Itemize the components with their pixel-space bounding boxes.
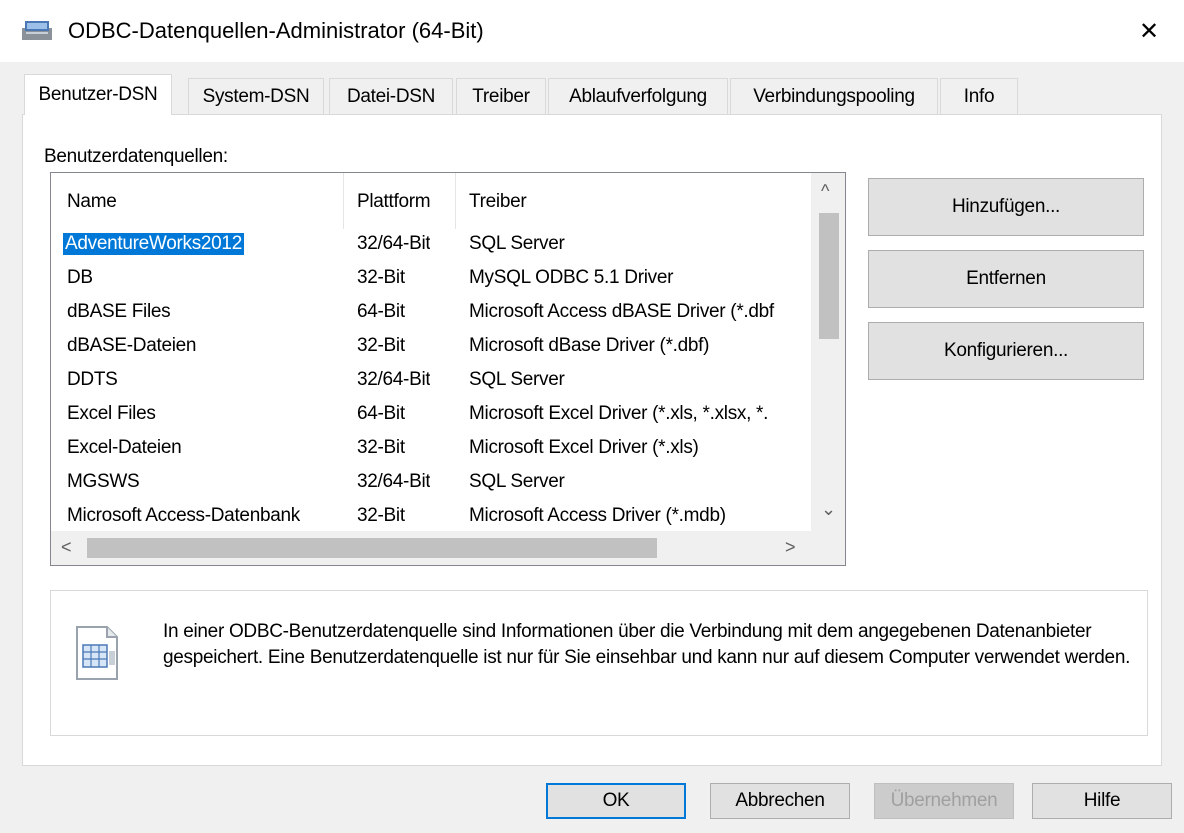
row-driver: Microsoft Excel Driver (*.xls, *.xlsx, *… bbox=[469, 403, 769, 424]
remove-button[interactable]: Entfernen bbox=[868, 250, 1144, 308]
row-name: DB bbox=[67, 267, 93, 288]
horizontal-scrollbar[interactable]: < > bbox=[51, 531, 811, 565]
vertical-scrollbar[interactable]: ^ ⌄ bbox=[811, 173, 845, 531]
tab-info[interactable]: Info bbox=[940, 78, 1018, 114]
ok-button[interactable]: OK bbox=[546, 783, 686, 819]
column-divider[interactable] bbox=[455, 173, 456, 229]
row-name: dBASE Files bbox=[67, 301, 171, 322]
cancel-button[interactable]: Abbrechen bbox=[710, 783, 850, 819]
row-platform: 64-Bit bbox=[357, 403, 405, 424]
data-source-list[interactable]: Name Plattform Treiber AdventureWorks201… bbox=[50, 172, 846, 566]
odbc-app-icon bbox=[22, 21, 52, 40]
row-platform: 32/64-Bit bbox=[357, 233, 431, 254]
configure-button[interactable]: Konfigurieren... bbox=[868, 322, 1144, 380]
vertical-scroll-thumb[interactable] bbox=[819, 213, 839, 339]
row-platform: 32-Bit bbox=[357, 505, 405, 526]
row-name: Excel-Dateien bbox=[67, 437, 182, 458]
list-row[interactable]: Excel Files 64-Bit Microsoft Excel Drive… bbox=[51, 399, 811, 433]
close-button[interactable]: ✕ bbox=[1114, 0, 1184, 62]
row-driver: Microsoft dBase Driver (*.dbf) bbox=[469, 335, 710, 356]
row-platform: 64-Bit bbox=[357, 301, 405, 322]
tab-benutzer-dsn[interactable]: Benutzer-DSN bbox=[24, 74, 172, 115]
scroll-left-icon[interactable]: < bbox=[61, 537, 72, 558]
row-name: Microsoft Access-Datenbank bbox=[67, 505, 300, 526]
tab-datei-dsn[interactable]: Datei-DSN bbox=[329, 78, 453, 114]
tab-treiber[interactable]: Treiber bbox=[456, 78, 546, 114]
apply-button[interactable]: Übernehmen bbox=[874, 783, 1014, 819]
row-platform: 32-Bit bbox=[357, 267, 405, 288]
list-row[interactable]: dBASE-Dateien 32-Bit Microsoft dBase Dri… bbox=[51, 331, 811, 365]
info-box: In einer ODBC-Benutzerdatenquelle sind I… bbox=[50, 590, 1148, 736]
tab-verbindungspooling[interactable]: Verbindungspooling bbox=[730, 78, 938, 114]
info-description: In einer ODBC-Benutzerdatenquelle sind I… bbox=[163, 621, 1131, 668]
row-driver: Microsoft Access dBASE Driver (*.dbf bbox=[469, 301, 774, 322]
row-driver: SQL Server bbox=[469, 233, 565, 254]
list-row[interactable]: DDTS 32/64-Bit SQL Server bbox=[51, 365, 811, 399]
user-data-sources-label: Benutzerdatenquellen: bbox=[44, 146, 228, 167]
tab-ablaufverfolgung[interactable]: Ablaufverfolgung bbox=[548, 78, 728, 114]
close-icon: ✕ bbox=[1138, 17, 1160, 45]
row-name: AdventureWorks2012 bbox=[63, 233, 244, 255]
window-title: ODBC-Datenquellen-Administrator (64-Bit) bbox=[68, 18, 484, 43]
row-driver: SQL Server bbox=[469, 471, 565, 492]
list-row[interactable]: MGSWS 32/64-Bit SQL Server bbox=[51, 467, 811, 501]
row-platform: 32/64-Bit bbox=[357, 471, 431, 492]
list-row[interactable]: Microsoft Access-Datenbank 32-Bit Micros… bbox=[51, 501, 811, 531]
row-name: DDTS bbox=[67, 369, 118, 390]
row-name: MGSWS bbox=[67, 471, 140, 492]
list-row[interactable]: AdventureWorks2012 32/64-Bit SQL Server bbox=[51, 229, 811, 263]
row-driver: SQL Server bbox=[469, 369, 565, 390]
data-source-icon bbox=[76, 626, 118, 680]
list-row[interactable]: DB 32-Bit MySQL ODBC 5.1 Driver bbox=[51, 263, 811, 297]
row-platform: 32-Bit bbox=[357, 335, 405, 356]
row-driver: Microsoft Excel Driver (*.xls) bbox=[469, 437, 699, 458]
scroll-up-icon[interactable]: ^ bbox=[821, 181, 829, 202]
horizontal-scroll-thumb[interactable] bbox=[87, 538, 657, 558]
scroll-down-icon[interactable]: ⌄ bbox=[821, 499, 836, 520]
title-bar: ODBC-Datenquellen-Administrator (64-Bit)… bbox=[0, 0, 1184, 62]
row-name: Excel Files bbox=[67, 403, 156, 424]
row-driver: MySQL ODBC 5.1 Driver bbox=[469, 267, 674, 288]
column-header-platform[interactable]: Plattform bbox=[357, 191, 431, 213]
scroll-right-icon[interactable]: > bbox=[785, 537, 796, 558]
list-row[interactable]: dBASE Files 64-Bit Microsoft Access dBAS… bbox=[51, 297, 811, 331]
row-platform: 32-Bit bbox=[357, 437, 405, 458]
list-row[interactable]: Excel-Dateien 32-Bit Microsoft Excel Dri… bbox=[51, 433, 811, 467]
row-platform: 32/64-Bit bbox=[357, 369, 431, 390]
row-driver: Microsoft Access Driver (*.mdb) bbox=[469, 505, 726, 526]
column-header-name[interactable]: Name bbox=[67, 191, 117, 213]
tab-system-dsn[interactable]: System-DSN bbox=[188, 78, 324, 114]
scrollbar-corner bbox=[811, 531, 845, 565]
add-button[interactable]: Hinzufügen... bbox=[868, 178, 1144, 236]
list-header: Name Plattform Treiber bbox=[51, 173, 811, 229]
row-name: dBASE-Dateien bbox=[67, 335, 197, 356]
column-divider[interactable] bbox=[343, 173, 344, 229]
help-button[interactable]: Hilfe bbox=[1032, 783, 1172, 819]
column-header-driver[interactable]: Treiber bbox=[469, 191, 527, 213]
